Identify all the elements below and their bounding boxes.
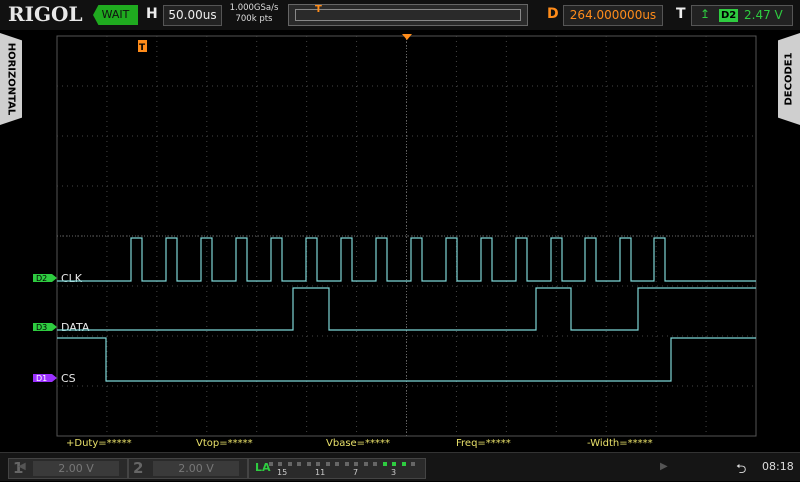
la-channel-square [287,462,292,466]
graticule [56,35,757,437]
logic-analyzer-box[interactable]: LA 15 11 7 3 [248,458,426,479]
measurement-duty[interactable]: +Duty=***** [66,438,132,449]
clk-channel-tag: D2 [36,274,47,283]
usb-icon: ⮌ [736,462,747,477]
measurement-vbase[interactable]: Vbase=***** [326,438,390,449]
clk-label: CLK [61,272,83,285]
nav-right-icon[interactable]: ▶ [660,461,668,472]
measurement-vtop[interactable]: Vtop=***** [196,438,253,449]
la-channel-square [363,462,368,466]
cs-waveform [57,337,756,382]
channel-2-scale: 2.00 V [153,461,239,476]
la-channel-square [344,462,349,466]
la-channel-square [411,462,415,466]
measurement-freq[interactable]: Freq=***** [456,438,511,449]
la-number-3: 3 [391,468,397,477]
la-channel-square [306,462,311,466]
clock: 08:18 [762,460,794,473]
measurement-width[interactable]: -Width=***** [587,438,653,449]
cs-channel-tag: D1 [36,374,47,383]
channel-markers: D2 D3 D1 [33,274,57,383]
la-number-15: 15 [277,468,288,477]
clk-waveform [57,237,756,282]
cs-label: CS [61,372,76,385]
waveform-display[interactable]: D2 D3 D1 CLK DATA CS T [0,0,800,452]
la-channel-square [325,462,330,466]
la-channel-square [316,462,320,466]
channel-1-scale: 2.00 V [33,461,119,476]
data-channel-tag: D3 [36,323,47,332]
la-channel-square [268,462,273,466]
la-number-11: 11 [315,468,326,477]
channel-1-box[interactable]: 1 2.00 V [8,458,128,479]
nav-left-icon[interactable]: ◀ [18,461,26,472]
la-number-7: 7 [353,468,359,477]
data-label: DATA [61,321,90,334]
la-channel-square [297,462,301,466]
trigger-markers: T [138,34,412,53]
channel-2-number: 2 [133,459,144,477]
la-channel-square [373,462,377,466]
la-channel-square [401,462,406,466]
la-channel-square [392,462,396,466]
channel-2-box[interactable]: 2 2.00 V [128,458,248,479]
trigger-center-marker [402,34,412,40]
la-channel-square [382,462,387,466]
la-channel-square [335,462,339,466]
bottom-status-bar: 1 2.00 V 2 2.00 V LA 15 11 7 3 ◀ ▶ ⮌ 08:… [0,452,800,481]
svg-text:T: T [139,43,146,53]
la-channel-square [354,462,358,466]
la-channel-square [278,462,282,466]
